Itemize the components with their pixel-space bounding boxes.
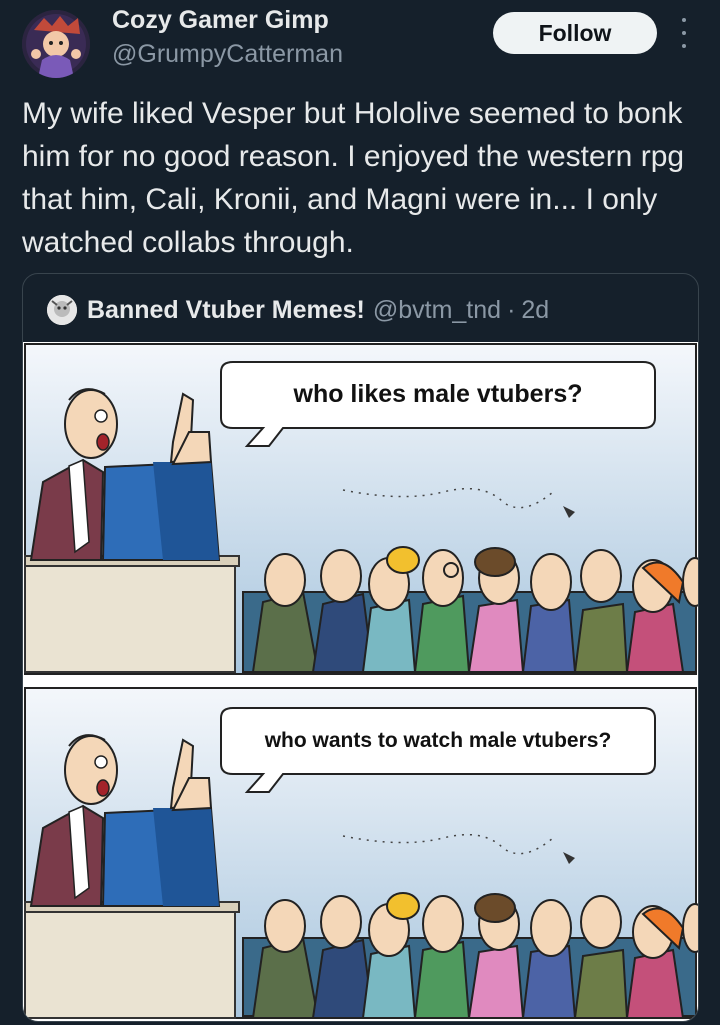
quote-separator: ·	[507, 295, 516, 324]
panel1-speech-text: who likes male vtubers?	[293, 380, 583, 408]
quoted-tweet[interactable]: Banned Vtuber Memes! @bvtm_tnd · 2d who …	[22, 273, 699, 1022]
quote-handle[interactable]: @bvtm_tnd	[373, 296, 501, 325]
panel2-speech-text: who wants to watch male vtubers?	[264, 729, 612, 752]
author-display-name[interactable]: Cozy Gamer Gimp	[112, 6, 329, 35]
quote-header: Banned Vtuber Memes! @bvtm_tnd · 2d	[47, 292, 549, 328]
follow-button[interactable]: Follow	[493, 12, 657, 54]
quote-timestamp[interactable]: 2d	[521, 296, 549, 325]
comic-panel-1: who likes male vtubers?	[24, 343, 698, 675]
quote-display-name[interactable]: Banned Vtuber Memes!	[87, 296, 365, 325]
comic-image[interactable]: who likes male vtubers? who wants to wat…	[23, 342, 698, 1021]
comic-panel-2: who wants to watch male vtubers?	[24, 687, 698, 1019]
author-handle[interactable]: @GrumpyCatterman	[112, 40, 343, 69]
tweet-text: My wife liked Vesper but Hololive seemed…	[22, 97, 685, 259]
more-vertical-icon[interactable]	[675, 18, 693, 48]
quote-avatar[interactable]	[47, 295, 77, 325]
author-avatar[interactable]	[22, 10, 90, 78]
